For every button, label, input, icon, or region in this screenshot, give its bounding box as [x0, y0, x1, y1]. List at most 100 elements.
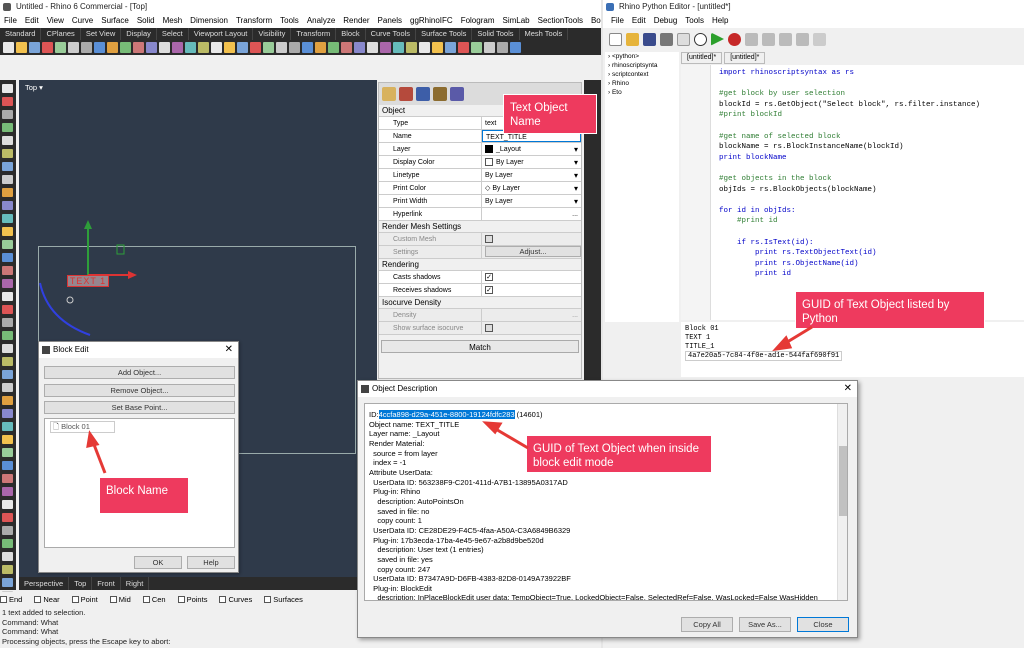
toolbar-tab-visibility[interactable]: Visibility: [253, 28, 292, 40]
osnap-surfaces[interactable]: Surfaces: [264, 595, 303, 604]
left-tool-icon[interactable]: [2, 578, 13, 587]
custom-mesh-checkbox[interactable]: [485, 235, 493, 244]
stop-icon[interactable]: [796, 32, 809, 46]
toolbar-tab-mesh-tools[interactable]: Mesh Tools: [520, 28, 569, 40]
save-icon[interactable]: [643, 32, 656, 46]
py-menu-file[interactable]: File: [607, 14, 628, 28]
left-tool-icon[interactable]: [2, 448, 13, 457]
toolbar-tool-icon[interactable]: [211, 42, 222, 53]
left-tool-icon[interactable]: [2, 97, 13, 106]
menu-edit[interactable]: Edit: [21, 14, 43, 28]
toolbar-tool-icon[interactable]: [380, 42, 391, 53]
toolbar-tool-icon[interactable]: [445, 42, 456, 53]
property-value[interactable]: By Layer: [482, 156, 581, 168]
set-base-point-button[interactable]: Set Base Point...: [44, 401, 235, 414]
left-tool-icon[interactable]: [2, 201, 13, 210]
code-editor[interactable]: import rhinoscriptsyntax as rs #get bloc…: [681, 65, 1024, 320]
menu-mesh[interactable]: Mesh: [159, 14, 187, 28]
left-tool-icon[interactable]: [2, 513, 13, 522]
toolbar-tab-cplanes[interactable]: CPlanes: [41, 28, 81, 40]
left-tool-icon[interactable]: [2, 539, 13, 548]
adjust-button[interactable]: Adjust...: [485, 246, 581, 257]
osnap-curves[interactable]: Curves: [219, 595, 252, 604]
toolbar-tab-solid-tools[interactable]: Solid Tools: [472, 28, 520, 40]
vertical-scrollbar[interactable]: [837, 404, 847, 600]
toolbar-tool-icon[interactable]: [172, 42, 183, 53]
left-tool-icon[interactable]: [2, 435, 13, 444]
osnap-end[interactable]: End: [0, 595, 22, 604]
view-tab-front[interactable]: Front: [92, 577, 121, 590]
left-tool-icon[interactable]: [2, 383, 13, 392]
menu-solid[interactable]: Solid: [133, 14, 159, 28]
close-icon[interactable]: ✕: [844, 381, 852, 397]
osnap-cen[interactable]: Cen: [142, 595, 166, 604]
density-more-button[interactable]: ...: [572, 309, 578, 321]
left-tool-icon[interactable]: [2, 110, 13, 119]
add-object-button[interactable]: Add Object...: [44, 366, 235, 379]
clipboard-icon[interactable]: [677, 32, 690, 46]
block-tree-item[interactable]: 🗋 Block 01: [50, 421, 115, 433]
toolbar-tool-icon[interactable]: [68, 42, 79, 53]
left-tool-icon[interactable]: [2, 370, 13, 379]
left-tool-icon[interactable]: [2, 175, 13, 184]
save-all-icon[interactable]: [660, 32, 673, 46]
toolbar-tool-icon[interactable]: [55, 42, 66, 53]
view-tab-right[interactable]: Right: [121, 577, 150, 590]
toolbar-tool-icon[interactable]: [159, 42, 170, 53]
object-properties-icon[interactable]: [382, 87, 396, 101]
left-tool-icon[interactable]: [2, 305, 13, 314]
toolbar-tool-icon[interactable]: [393, 42, 404, 53]
toolbar-tool-icon[interactable]: [497, 42, 508, 53]
toolbar-tool-icon[interactable]: [29, 42, 40, 53]
menu-fologram[interactable]: Fologram: [457, 14, 499, 28]
left-tool-icon[interactable]: [2, 565, 13, 574]
material-icon[interactable]: [399, 87, 413, 101]
py-menu-help[interactable]: Help: [708, 14, 732, 28]
left-tool-icon[interactable]: [2, 461, 13, 470]
left-tool-icon[interactable]: [2, 357, 13, 366]
settings-icon[interactable]: [813, 32, 826, 46]
menu-transform[interactable]: Transform: [232, 14, 276, 28]
toolbar-tab-standard[interactable]: Standard: [0, 28, 42, 40]
left-tool-icon[interactable]: [2, 318, 13, 327]
toolbar-tool-icon[interactable]: [3, 42, 14, 53]
tree-item[interactable]: › rhinoscriptsynta: [608, 61, 679, 70]
property-value[interactable]: By Layer: [482, 169, 581, 181]
run-icon[interactable]: [711, 32, 724, 46]
toolbar-tool-icon[interactable]: [341, 42, 352, 53]
viewport-text-object[interactable]: TEXT 1: [67, 275, 109, 287]
breakpoint-icon[interactable]: [728, 32, 741, 46]
search-icon[interactable]: [694, 32, 707, 46]
osnap-checkbox[interactable]: [71, 596, 79, 604]
osnap-near[interactable]: Near: [34, 595, 60, 604]
toolbar-tool-icon[interactable]: [471, 42, 482, 53]
menu-sectiontools[interactable]: SectionTools: [534, 14, 587, 28]
view-tab-top[interactable]: Top: [69, 577, 93, 590]
toolbar-tool-icon[interactable]: [107, 42, 118, 53]
menu-surface[interactable]: Surface: [97, 14, 133, 28]
toolbar-tool-icon[interactable]: [120, 42, 131, 53]
toolbar-tool-icon[interactable]: [315, 42, 326, 53]
osnap-checkbox[interactable]: [0, 596, 7, 604]
left-tool-icon[interactable]: [2, 500, 13, 509]
left-tool-icon[interactable]: [2, 474, 13, 483]
toolbar-tab-display[interactable]: Display: [121, 28, 157, 40]
toolbar-tool-icon[interactable]: [198, 42, 209, 53]
viewport-title[interactable]: Top ▾: [25, 83, 43, 92]
toolbar-tool-icon[interactable]: [42, 42, 53, 53]
osnap-checkbox[interactable]: [142, 596, 150, 604]
texture-mapping-icon[interactable]: [450, 87, 464, 101]
toolbar-tab-curve-tools[interactable]: Curve Tools: [366, 28, 417, 40]
save-as-button[interactable]: Save As...: [739, 617, 791, 632]
toolbar-tool-icon[interactable]: [328, 42, 339, 53]
osnap-checkbox[interactable]: [34, 596, 42, 604]
left-tool-icon[interactable]: [2, 344, 13, 353]
toolbar-tool-icon[interactable]: [432, 42, 443, 53]
tree-item[interactable]: › <python>: [608, 52, 679, 61]
toolbar-tab-block[interactable]: Block: [336, 28, 366, 40]
left-tool-icon[interactable]: [2, 149, 13, 158]
menu-analyze[interactable]: Analyze: [303, 14, 339, 28]
left-tool-icon[interactable]: [2, 240, 13, 249]
property-value[interactable]: By Layer: [482, 195, 581, 207]
toolbar-tool-icon[interactable]: [484, 42, 495, 53]
